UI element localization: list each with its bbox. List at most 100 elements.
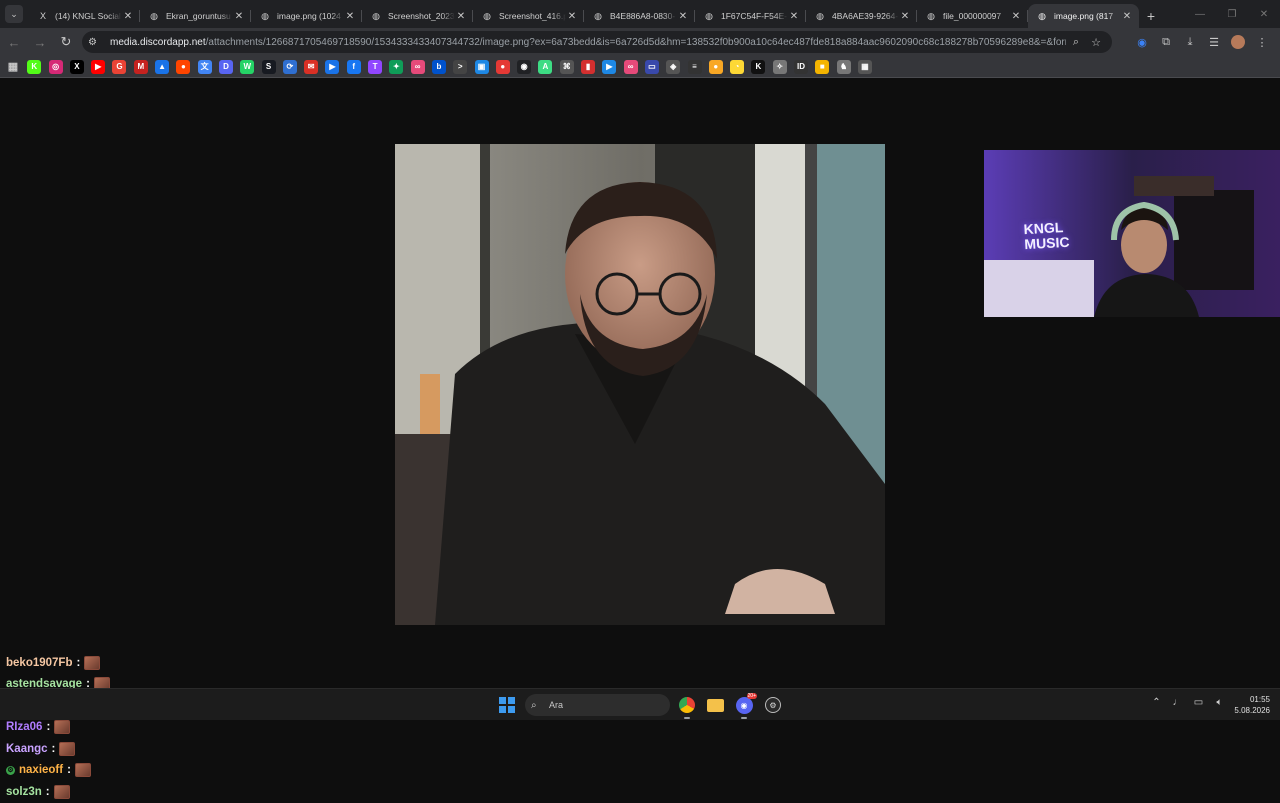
- youtube-icon[interactable]: ▶: [91, 59, 106, 74]
- close-tab-icon[interactable]: ✕: [1010, 11, 1022, 22]
- globe-icon[interactable]: ◉: [517, 59, 532, 74]
- game-icon[interactable]: ●: [495, 59, 510, 74]
- eagle-icon[interactable]: ✧: [772, 59, 787, 74]
- kick-icon[interactable]: K: [27, 59, 42, 74]
- menu-kebab-icon[interactable]: ⋮: [1250, 36, 1274, 49]
- tag-icon[interactable]: ID: [793, 59, 808, 74]
- zoom-icon[interactable]: ⌕: [1066, 36, 1086, 49]
- plus-icon: +: [1146, 8, 1156, 24]
- chart-icon[interactable]: ▮: [581, 59, 596, 74]
- steam-icon[interactable]: S: [261, 59, 276, 74]
- close-window-button[interactable]: ✕: [1248, 0, 1280, 28]
- tab-8[interactable]: ◍ file_000000097 ✕: [917, 4, 1028, 28]
- start-button[interactable]: [499, 697, 515, 713]
- translate-icon[interactable]: 文: [197, 59, 212, 74]
- reload-button[interactable]: ↻: [54, 30, 78, 54]
- taskbar-file-explorer[interactable]: [705, 695, 725, 715]
- maximize-button[interactable]: ❐: [1216, 0, 1248, 28]
- b-icon[interactable]: b: [431, 59, 446, 74]
- bookmarks-bar: ▦ K ◎ X ▶ G M ▲ ● 文 D W S ⟳ ✉ ▶ f T ✦ ∞ b > ▣ ● ◉ A ⌘ ▮ ▶ ∞ ▭ ◈ ≡ ● ◔ K ✧ ID…: [0, 56, 1280, 78]
- controller-icon[interactable]: ⌘: [559, 59, 574, 74]
- tab-3[interactable]: ◍ Screenshot_2023 ✕: [362, 4, 473, 28]
- tab-6[interactable]: ◍ 1F67C54F-F54E- ✕: [695, 4, 806, 28]
- drive-icon[interactable]: ▲: [155, 59, 170, 74]
- steam-icon: ⚙: [765, 697, 781, 713]
- screen-icon[interactable]: ▭: [644, 59, 659, 74]
- android-icon[interactable]: A: [538, 59, 553, 74]
- download-icon[interactable]: ⤓: [1178, 36, 1202, 49]
- tab-1[interactable]: ◍ Ekran_goruntusu ✕: [140, 4, 251, 28]
- tab-5[interactable]: ◍ B4E886A8-0830- ✕: [584, 4, 695, 28]
- close-tab-icon[interactable]: ✕: [455, 11, 467, 22]
- tab-search-button[interactable]: ⌄: [5, 5, 23, 23]
- forward-button[interactable]: →: [28, 30, 52, 54]
- folder-icon[interactable]: ■: [815, 59, 830, 74]
- twitch-icon[interactable]: T: [368, 59, 383, 74]
- tab-7[interactable]: ◍ 4BA6AE39-9264- ✕: [806, 4, 917, 28]
- close-tab-icon[interactable]: ✕: [1121, 11, 1133, 22]
- pacman-icon[interactable]: ◔: [730, 59, 745, 74]
- close-tab-icon[interactable]: ✕: [899, 11, 911, 22]
- extension-icon[interactable]: ◉: [1130, 36, 1154, 49]
- arrow-left-icon: ←: [7, 34, 21, 50]
- close-tab-icon[interactable]: ✕: [566, 11, 578, 22]
- kick-alt-icon[interactable]: K: [751, 59, 766, 74]
- volume-icon[interactable]: 🔈︎: [1209, 697, 1230, 708]
- sync-icon[interactable]: ⟳: [282, 59, 297, 74]
- chevron-down-icon: ⌄: [10, 8, 18, 19]
- globe-icon: ◍: [705, 10, 713, 21]
- extensions-puzzle-icon[interactable]: ⧉: [1154, 36, 1178, 49]
- reddit-icon[interactable]: ●: [176, 59, 191, 74]
- address-bar[interactable]: ⚙ media.discordapp.net/attachments/12668…: [82, 31, 1112, 53]
- chevron-up-icon[interactable]: ⌃: [1146, 697, 1167, 708]
- close-tab-icon[interactable]: ✕: [677, 11, 689, 22]
- apps-grid-icon[interactable]: ▦: [6, 60, 20, 74]
- chevron-icon[interactable]: >: [453, 59, 468, 74]
- taskbar-chrome[interactable]: [677, 695, 697, 719]
- tab-4[interactable]: ◍ Screenshot_416.p ✕: [473, 4, 584, 28]
- media-control-icon[interactable]: ☰: [1202, 36, 1226, 49]
- close-tab-icon[interactable]: ✕: [344, 11, 356, 22]
- x-icon[interactable]: X: [69, 59, 84, 74]
- whatsapp-icon[interactable]: W: [240, 59, 255, 74]
- chat-message: beko1907Fb:: [6, 652, 296, 674]
- link-icon[interactable]: ∞: [410, 59, 425, 74]
- facebook-icon[interactable]: f: [346, 59, 361, 74]
- link-icon[interactable]: ∞: [623, 59, 638, 74]
- google-icon[interactable]: G: [112, 59, 127, 74]
- close-tab-icon[interactable]: ✕: [233, 11, 245, 22]
- tab-2[interactable]: ◍ image.png (1024 ✕: [251, 4, 362, 28]
- app-icon[interactable]: ◈: [666, 59, 681, 74]
- image-icon[interactable]: ▣: [474, 59, 489, 74]
- microphone-icon[interactable]: ♩: [1167, 697, 1188, 708]
- mail-icon[interactable]: ✉: [304, 59, 319, 74]
- horse-icon[interactable]: ♞: [836, 59, 851, 74]
- instagram-icon[interactable]: ◎: [48, 59, 63, 74]
- video-icon[interactable]: ▶: [325, 59, 340, 74]
- profile-avatar[interactable]: [1231, 35, 1245, 49]
- taskbar-clock[interactable]: 01:55 5.08.2026: [1234, 694, 1270, 716]
- close-tab-icon[interactable]: ✕: [122, 11, 134, 22]
- coin-icon[interactable]: ●: [708, 59, 723, 74]
- new-tab-button[interactable]: +: [1139, 4, 1163, 28]
- tab-0[interactable]: X (14) KNGL Social ✕: [29, 4, 140, 28]
- taskbar-steam[interactable]: ⚙: [763, 695, 783, 715]
- display-icon[interactable]: ▭: [1188, 697, 1209, 708]
- chat-emote-icon: [59, 741, 76, 756]
- tab-9[interactable]: ◍ image.png (817 ✕: [1028, 4, 1139, 28]
- play-icon[interactable]: ▶: [602, 59, 617, 74]
- chat-username: naxieoff: [19, 764, 64, 777]
- discord-icon[interactable]: D: [218, 59, 233, 74]
- minimize-button[interactable]: —: [1184, 0, 1216, 28]
- taskbar-search[interactable]: ⌕ Ara: [525, 694, 670, 716]
- bookmark-icon[interactable]: ✦: [389, 59, 404, 74]
- star-icon[interactable]: ☆: [1086, 36, 1106, 49]
- gmail-icon[interactable]: M: [133, 59, 148, 74]
- url-text[interactable]: media.discordapp.net/attachments/1266871…: [110, 37, 1066, 48]
- close-tab-icon[interactable]: ✕: [788, 11, 800, 22]
- taskbar-discord[interactable]: ◉ 20+: [734, 693, 757, 719]
- back-button[interactable]: ←: [2, 30, 26, 54]
- site-info-icon[interactable]: ⚙: [88, 37, 102, 48]
- grid-icon[interactable]: ▦: [857, 59, 872, 74]
- stack-icon[interactable]: ≡: [687, 59, 702, 74]
